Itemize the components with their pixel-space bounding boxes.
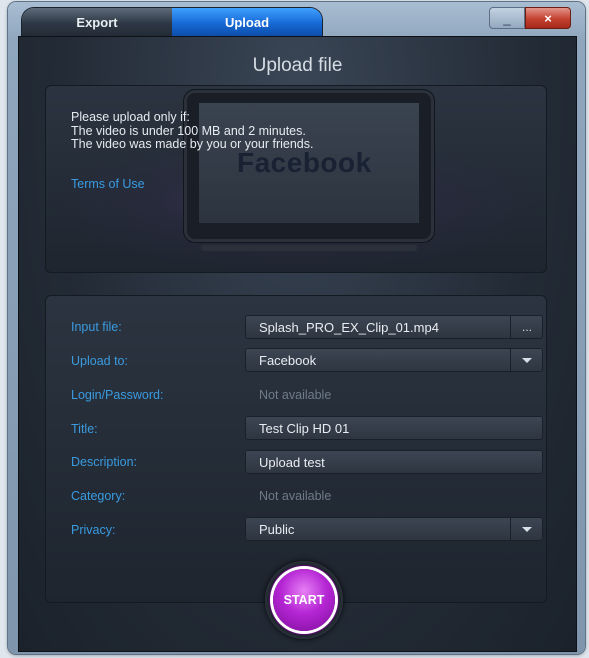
- minimize-button[interactable]: _: [489, 7, 525, 29]
- form-panel: Input file: Splash_PRO_EX_Clip_01.mp4 ..…: [45, 295, 547, 603]
- browse-button[interactable]: ...: [510, 315, 543, 339]
- upload-to-label: Upload to:: [71, 354, 128, 368]
- upload-window: Export Upload _ × Upload file Facebook P…: [8, 2, 585, 654]
- terms-of-use-link[interactable]: Terms of Use: [71, 177, 145, 191]
- category-value: Not available: [259, 489, 332, 503]
- category-label: Category:: [71, 489, 126, 503]
- tab-export[interactable]: Export: [22, 8, 172, 36]
- minimize-icon: _: [503, 10, 511, 26]
- privacy-label: Privacy:: [71, 523, 116, 537]
- page-title: Upload file: [252, 55, 343, 76]
- description-value: Upload test: [259, 454, 325, 470]
- window-controls: _ ×: [489, 7, 571, 29]
- upload-to-value: Facebook: [259, 352, 317, 368]
- privacy-select[interactable]: Public: [245, 517, 543, 541]
- info-panel: Facebook Please upload only if: The vide…: [45, 85, 547, 273]
- chevron-down-icon: [522, 357, 532, 363]
- tab-bar: Export Upload: [22, 8, 322, 36]
- notice-line-3: The video was made by you or your friend…: [71, 137, 314, 151]
- input-file-field[interactable]: Splash_PRO_EX_Clip_01.mp4 ...: [245, 315, 543, 339]
- title-input[interactable]: Test Clip HD 01: [245, 416, 543, 440]
- upload-to-select[interactable]: Facebook: [245, 348, 543, 372]
- description-label: Description:: [71, 455, 137, 469]
- login-password-label: Login/Password:: [71, 388, 164, 402]
- input-file-label: Input file:: [71, 320, 122, 334]
- chevron-down-icon: [522, 526, 532, 532]
- facebook-watermark: Facebook: [237, 147, 372, 178]
- upload-to-dropdown[interactable]: [510, 348, 543, 372]
- input-file-value: Splash_PRO_EX_Clip_01.mp4: [259, 319, 439, 335]
- title-label: Title:: [71, 422, 98, 436]
- notice-line-2: The video is under 100 MB and 2 minutes.: [71, 123, 306, 138]
- privacy-dropdown[interactable]: [510, 517, 543, 541]
- start-button[interactable]: START: [273, 569, 335, 631]
- start-button-ring: START: [265, 561, 343, 639]
- login-password-value: Not available: [259, 388, 332, 402]
- close-icon: ×: [544, 10, 552, 26]
- upload-notice: Please upload only if: The video is unde…: [71, 110, 314, 152]
- privacy-value: Public: [259, 521, 295, 537]
- title-value: Test Clip HD 01: [259, 420, 350, 436]
- close-button[interactable]: ×: [525, 7, 571, 29]
- notice-line-1: Please upload only if:: [71, 110, 190, 124]
- tab-upload[interactable]: Upload: [172, 8, 322, 36]
- client-area: Upload file Facebook Please upload only …: [18, 36, 577, 652]
- description-input[interactable]: Upload test: [245, 450, 543, 474]
- monitor-stand: [201, 245, 417, 251]
